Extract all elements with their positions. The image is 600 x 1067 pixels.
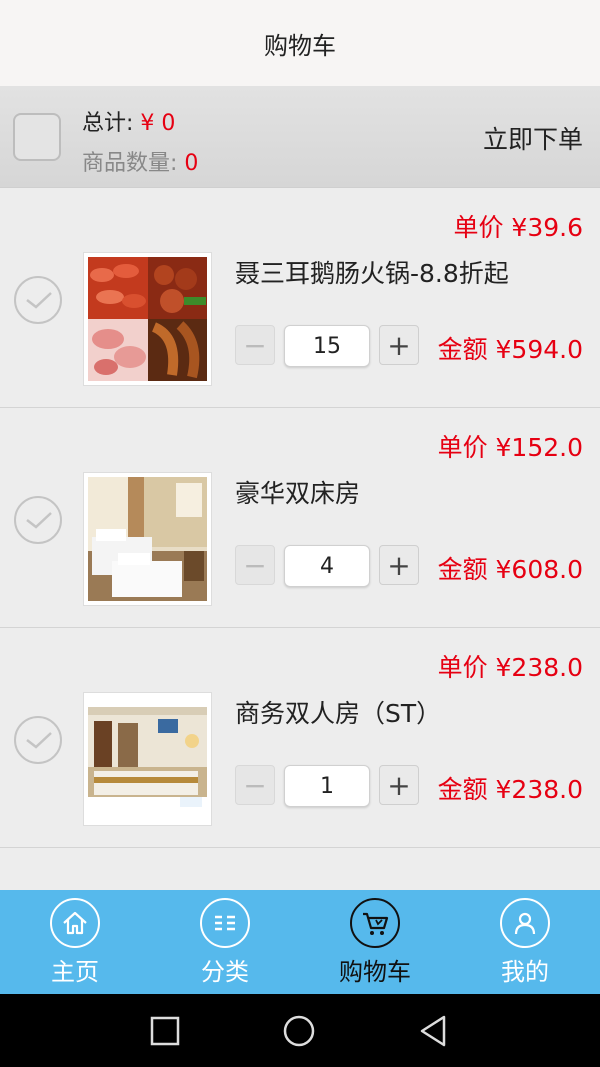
quantity-input[interactable]: 1 [284,765,370,807]
increase-quantity-button[interactable]: + [379,545,419,585]
tab-label: 我的 [501,958,549,986]
tab-label: 主页 [51,958,99,986]
system-navigation-bar [0,994,600,1067]
business-room-image [88,697,207,821]
product-thumbnail[interactable] [83,692,212,826]
product-name: 商务双人房（ST） [235,699,442,728]
total-row: 总计: ¥ 0 [82,105,175,137]
item-select-checkbox[interactable] [14,496,62,544]
back-icon[interactable] [418,1014,448,1048]
unit-price: 单价 ¥152.0 [437,433,583,462]
item-select-checkbox[interactable] [14,716,62,764]
count-row: 商品数量: 0 [82,145,198,177]
cart-item: 聂三耳鹅肠火锅-8.8折起 单价 ¥39.6 − 15 + 金额 ¥594.0 [0,188,600,408]
cart-icon [350,898,400,948]
recent-apps-icon[interactable] [150,1014,180,1046]
count-value: 0 [184,151,199,176]
item-amount: 金额 ¥238.0 [437,775,583,804]
increase-quantity-button[interactable]: + [379,325,419,365]
item-amount: 金额 ¥608.0 [437,555,583,584]
tab-label: 购物车 [339,958,411,986]
unit-price: 单价 ¥238.0 [437,653,583,682]
home-icon [50,898,100,948]
select-all-checkbox[interactable] [13,113,61,161]
item-amount: 金额 ¥594.0 [437,335,583,364]
bottom-tab-bar: 主页 分类 购物车 我的 [0,890,600,994]
increase-quantity-button[interactable]: + [379,765,419,805]
decrease-quantity-button[interactable]: − [235,765,275,805]
food-platter-image [88,257,207,381]
tab-category[interactable]: 分类 [150,890,300,994]
page-title: 购物车 [264,31,336,60]
app-header: 购物车 [0,0,600,86]
check-icon [26,732,52,749]
total-label: 总计: [82,111,141,136]
total-value: ¥ 0 [140,111,176,136]
place-order-button[interactable]: 立即下单 [483,120,583,156]
tab-profile[interactable]: 我的 [450,890,600,994]
product-name: 豪华双床房 [235,479,361,508]
tab-cart[interactable]: 购物车 [300,890,450,994]
cart-item: 豪华双床房 单价 ¥152.0 − 4 + 金额 ¥608.0 [0,408,600,628]
category-icon [200,898,250,948]
tab-home[interactable]: 主页 [0,890,150,994]
quantity-input[interactable]: 4 [284,545,370,587]
unit-price: 单价 ¥39.6 [453,213,583,242]
check-icon [26,512,52,529]
cart-summary-bar: 总计: ¥ 0 商品数量: 0 立即下单 [0,86,600,188]
product-name: 聂三耳鹅肠火锅-8.8折起 [235,259,509,288]
product-thumbnail[interactable] [83,252,212,386]
quantity-input[interactable]: 15 [284,325,370,367]
home-nav-icon[interactable] [282,1014,316,1048]
tab-label: 分类 [201,958,249,986]
check-icon [26,292,52,309]
product-thumbnail[interactable] [83,472,212,606]
count-label: 商品数量: [82,151,185,176]
item-select-checkbox[interactable] [14,276,62,324]
decrease-quantity-button[interactable]: − [235,325,275,365]
twin-room-image [88,477,207,601]
cart-item: 商务双人房（ST） 单价 ¥238.0 − 1 + 金额 ¥238.0 [0,628,600,848]
user-icon [500,898,550,948]
cart-item-list: 聂三耳鹅肠火锅-8.8折起 单价 ¥39.6 − 15 + 金额 ¥594.0 [0,188,600,848]
decrease-quantity-button[interactable]: − [235,545,275,585]
